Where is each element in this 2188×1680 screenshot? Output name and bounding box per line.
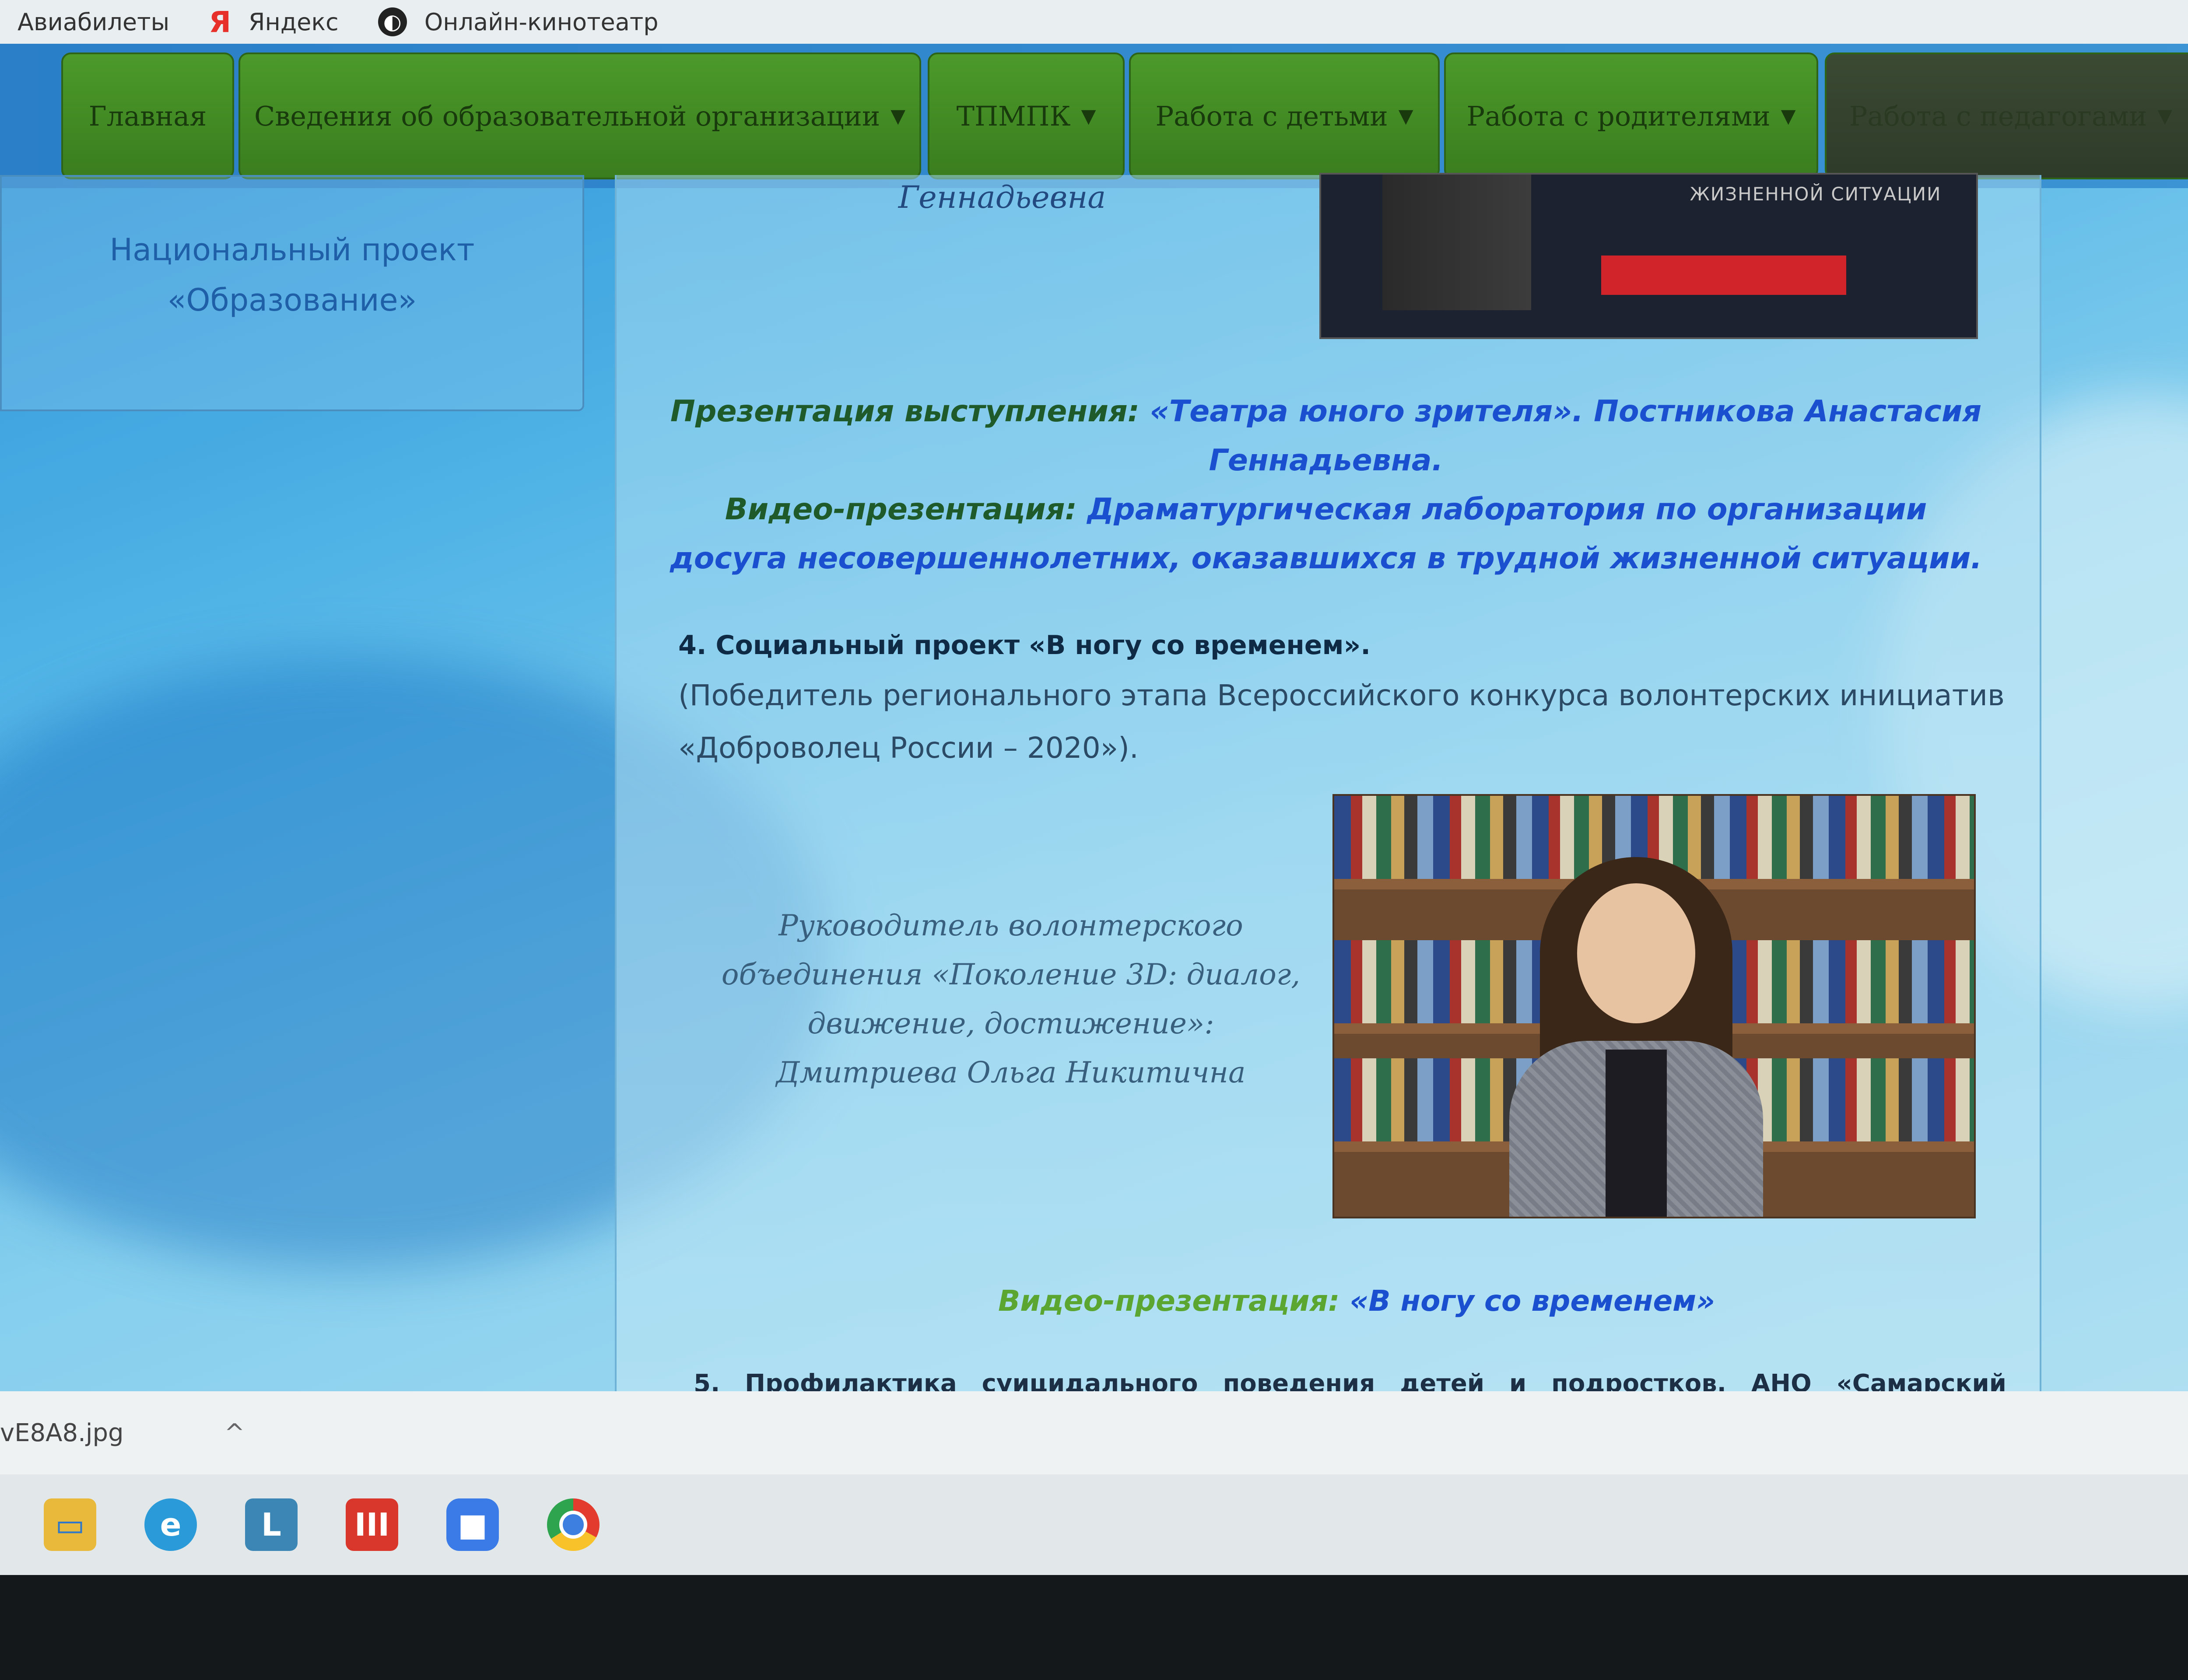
video-thumb-banner bbox=[1601, 256, 1846, 295]
chevron-down-icon: ▼ bbox=[1781, 105, 1796, 127]
nav-item-organization-info[interactable]: Сведения об образовательной организации … bbox=[238, 52, 921, 179]
bookmark-online-cinema[interactable]: ◐ Онлайн-кинотеатр bbox=[378, 7, 659, 36]
face bbox=[1577, 883, 1695, 1023]
file-explorer-icon[interactable]: ▭ bbox=[44, 1498, 96, 1551]
project-winner-note: (Победитель регионального этапа Всеросси… bbox=[678, 679, 2005, 765]
zoom-icon[interactable]: ■ bbox=[446, 1498, 499, 1551]
sidebar-link-line1: Национальный проект bbox=[109, 232, 475, 268]
chrome-icon[interactable] bbox=[547, 1498, 600, 1551]
chevron-up-icon[interactable]: ^ bbox=[224, 1419, 245, 1447]
video-thumb-figure bbox=[1382, 175, 1531, 310]
main-nav: Главная Сведения об образовательной орга… bbox=[0, 44, 2188, 188]
nav-item-work-with-parents[interactable]: Работа с родителями ▼ bbox=[1444, 52, 1818, 179]
person-name-fragment: Геннадьевна bbox=[898, 179, 1106, 215]
chevron-down-icon: ▼ bbox=[2157, 105, 2173, 127]
sidebar-link[interactable]: Национальный проект «Образование» bbox=[109, 225, 474, 326]
bookmark-label: Яндекс bbox=[249, 8, 339, 36]
volunteer-leader-photo bbox=[1332, 794, 1976, 1218]
video-presentation-link[interactable]: «В ногу со временем» bbox=[1350, 1284, 1715, 1318]
edge-icon[interactable]: e bbox=[144, 1498, 197, 1551]
globe-icon: ◐ bbox=[378, 7, 407, 36]
sidebar-national-project[interactable]: Национальный проект «Образование» bbox=[0, 175, 584, 411]
nav-item-label: Главная bbox=[88, 100, 207, 132]
bookmark-label: Авиабилеты bbox=[18, 8, 170, 36]
browser-screen: Авиабилеты Я Яндекс ◐ Онлайн-кинотеатр Г… bbox=[0, 0, 2188, 1575]
chevron-down-icon: ▼ bbox=[1398, 105, 1413, 127]
person-figure bbox=[1509, 857, 1763, 1217]
monitor-bezel bbox=[0, 1575, 2188, 1680]
presentation-label: Презентация выступления: bbox=[670, 394, 1140, 429]
nav-item-label: ТПМПК bbox=[956, 100, 1071, 132]
download-bar: vE8A8.jpg ^ bbox=[0, 1391, 2188, 1474]
nav-item-label: Сведения об образовательной организации bbox=[254, 100, 880, 132]
l-app-icon[interactable]: L bbox=[245, 1498, 298, 1551]
bookmark-yandex[interactable]: Я Яндекс bbox=[209, 5, 339, 39]
chevron-down-icon: ▼ bbox=[891, 105, 906, 127]
chevron-down-icon: ▼ bbox=[1081, 105, 1096, 127]
video-thumbnail[interactable]: ЖИЗНЕННОЙ СИТУАЦИИ bbox=[1319, 173, 1978, 339]
bookmark-label: Онлайн-кинотеатр bbox=[424, 8, 659, 36]
nav-item-tpmpk[interactable]: ТПМПК ▼ bbox=[928, 52, 1125, 179]
nav-item-label: Работа с родителями bbox=[1466, 100, 1771, 132]
bars-app-icon[interactable]: III bbox=[346, 1498, 398, 1551]
shirt bbox=[1606, 1050, 1667, 1217]
presentation-link[interactable]: «Театра юного зрителя». Постникова Анаст… bbox=[1150, 394, 1982, 478]
bookmark-tickets[interactable]: Авиабилеты bbox=[18, 8, 169, 36]
download-filename[interactable]: vE8A8.jpg bbox=[0, 1419, 124, 1447]
bookmarks-bar: Авиабилеты Я Яндекс ◐ Онлайн-кинотеатр bbox=[0, 0, 2188, 44]
nav-item-home[interactable]: Главная bbox=[61, 52, 234, 179]
nav-item-work-with-teachers[interactable]: Работа с педагогами ▼ bbox=[1825, 52, 2188, 179]
project-heading: 4. Социальный проект «В ногу со временем… bbox=[678, 630, 1371, 661]
video-presentation-label: Видео-презентация: bbox=[725, 492, 1077, 527]
sidebar-link-line2: «Образование» bbox=[167, 282, 417, 318]
yandex-icon: Я bbox=[209, 5, 231, 39]
nav-item-work-with-children[interactable]: Работа с детьми ▼ bbox=[1129, 52, 1440, 179]
video-presentation-2: Видео-презентация: «В ногу со временем» bbox=[700, 1284, 2013, 1318]
taskbar: ▭ e L III ■ bbox=[0, 1474, 2188, 1575]
video-presentation-label: Видео-презентация: bbox=[998, 1284, 1340, 1318]
presentation-links: Презентация выступления: «Театра юного з… bbox=[665, 387, 1987, 583]
nav-item-label: Работа с педагогами bbox=[1849, 100, 2147, 132]
photo-caption: Руководитель волонтерского объединения «… bbox=[721, 909, 1301, 1089]
video-thumb-caption: ЖИЗНЕННОЙ СИТУАЦИИ bbox=[1690, 183, 1942, 205]
nav-item-label: Работа с детьми bbox=[1155, 100, 1388, 132]
